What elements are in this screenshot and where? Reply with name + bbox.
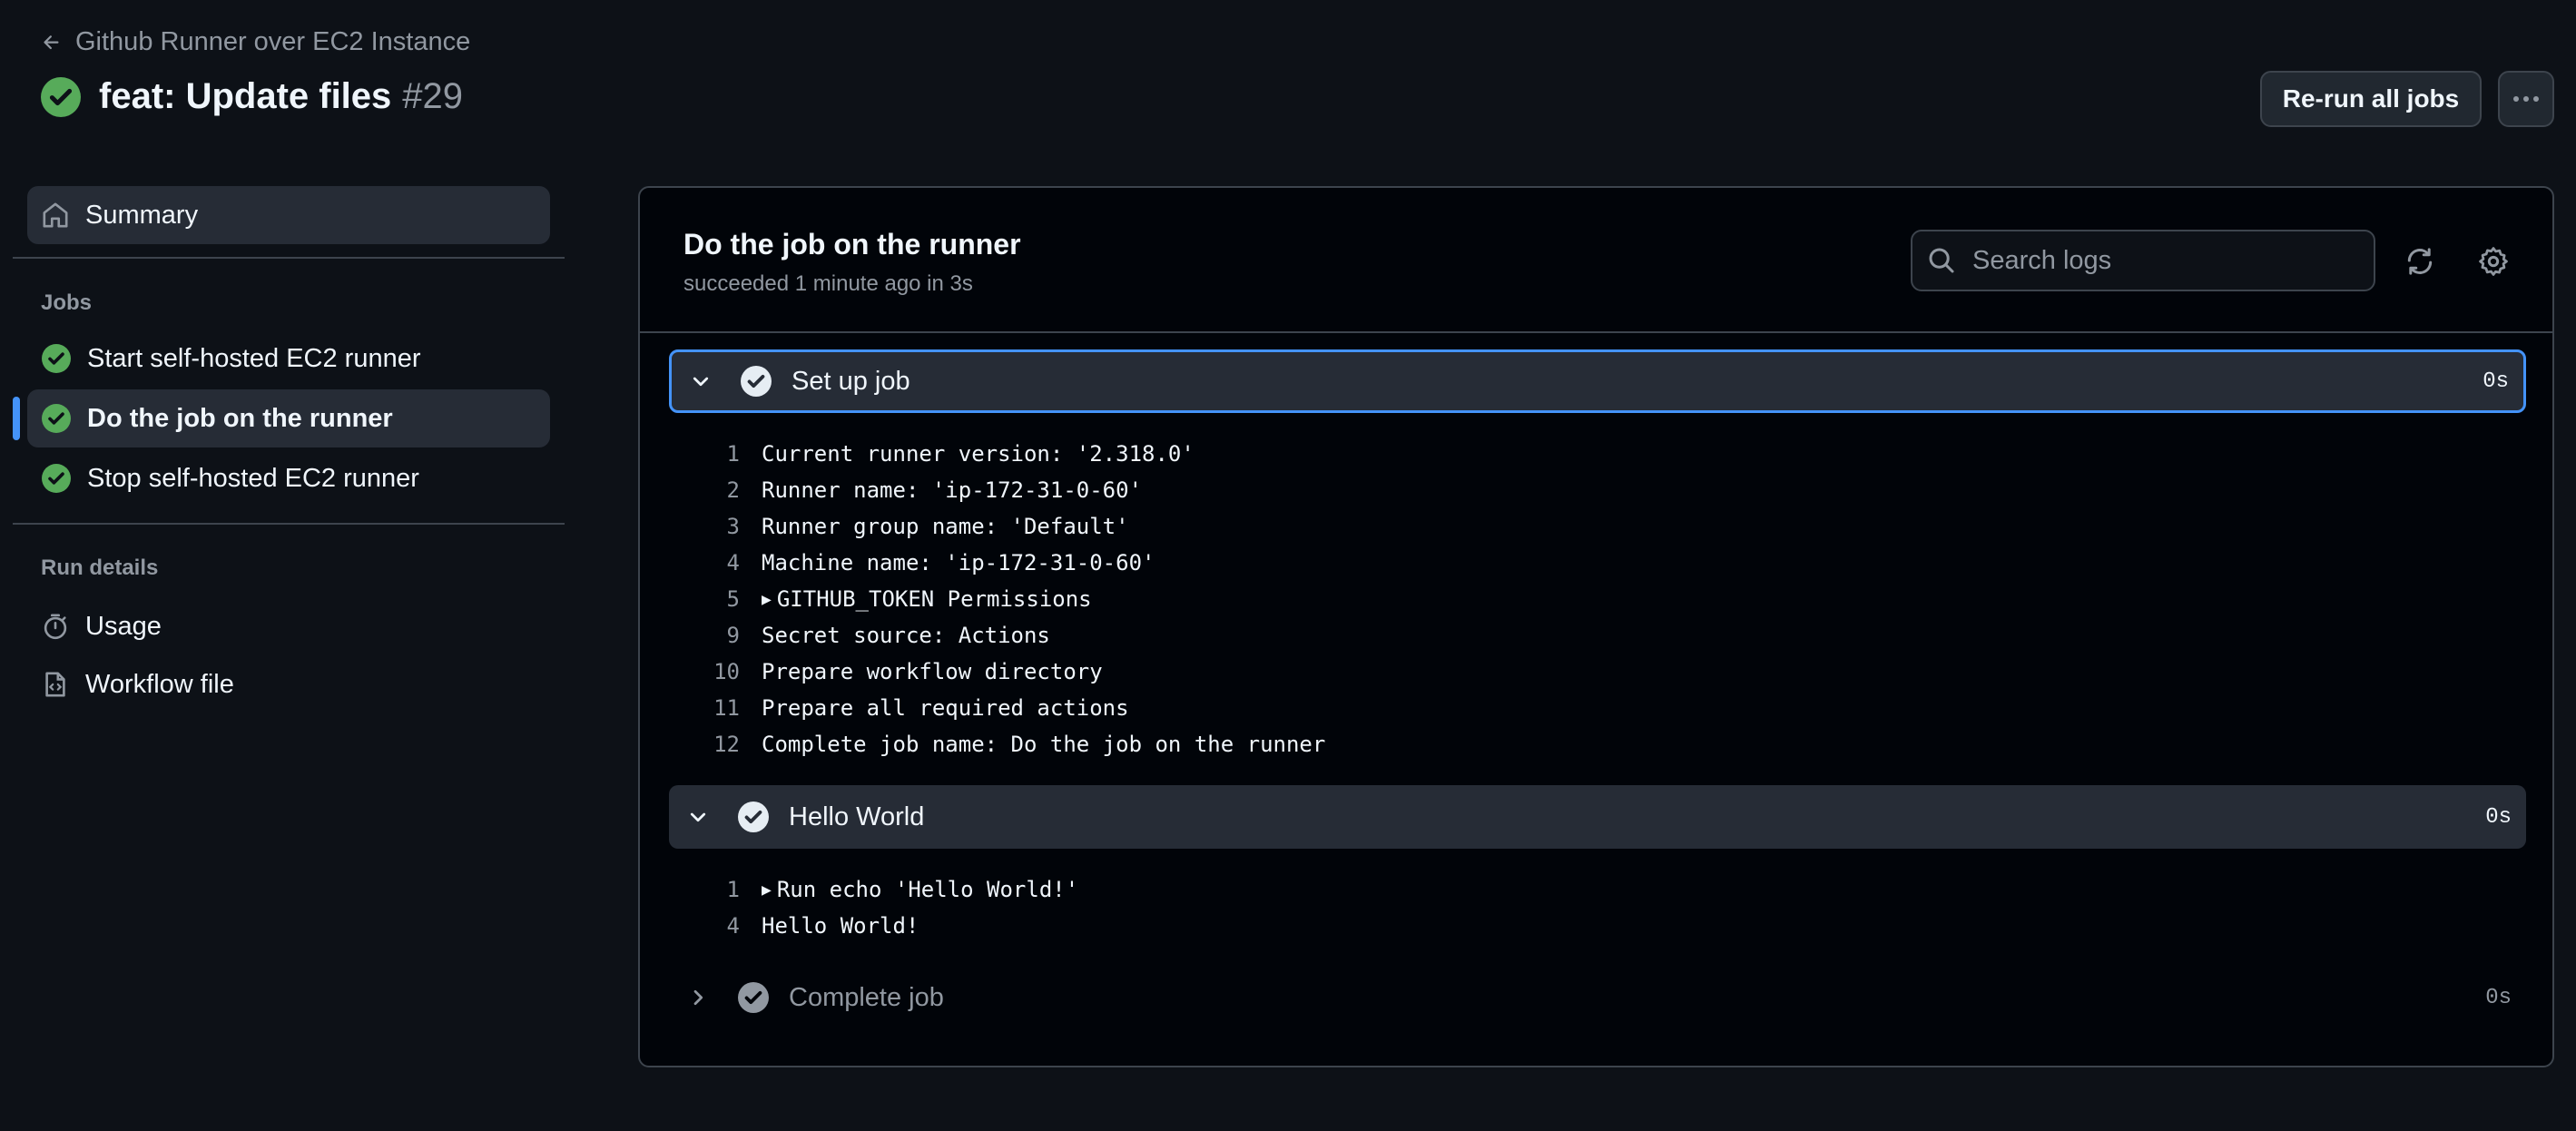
success-check-icon — [42, 404, 71, 433]
step-header-hello-world[interactable]: Hello World 0s — [669, 785, 2526, 849]
log-text: Prepare workflow directory — [762, 659, 1103, 684]
sidebar-item-usage[interactable]: Usage — [27, 601, 550, 652]
line-number: 3 — [726, 514, 740, 539]
log-text: Runner group name: 'Default' — [762, 514, 1129, 539]
sidebar-item-label: Usage — [85, 611, 162, 641]
log-text: Hello World! — [762, 913, 919, 939]
step-check-icon — [741, 366, 772, 397]
back-link[interactable]: Github Runner over EC2 Instance — [41, 27, 470, 57]
sidebar-item-summary[interactable]: Summary — [27, 186, 550, 244]
log-line: 3 Runner group name: 'Default' — [676, 508, 1129, 545]
caret-right-icon: ▶ — [762, 589, 772, 609]
search-logs[interactable] — [1911, 230, 2375, 291]
file-code-icon — [42, 671, 69, 698]
sidebar-divider — [13, 257, 565, 259]
chevron-right-icon — [687, 987, 713, 1008]
line-number: 9 — [726, 623, 740, 648]
log-line: 4 Hello World! — [676, 908, 919, 944]
line-number: 1 — [726, 877, 740, 902]
step-duration: 0s — [2485, 985, 2512, 1010]
chevron-down-icon — [687, 806, 713, 828]
line-number: 4 — [726, 550, 740, 575]
log-text: Prepare all required actions — [762, 695, 1129, 721]
search-icon — [1927, 246, 1956, 275]
caret-right-icon: ▶ — [762, 880, 772, 900]
log-line: 9 Secret source: Actions — [676, 617, 1050, 654]
log-line: 12 Complete job name: Do the job on the … — [676, 726, 1325, 762]
page-title: feat: Update files — [99, 76, 392, 116]
step-name: Hello World — [789, 802, 925, 831]
log-line: 11 Prepare all required actions — [676, 690, 1129, 726]
log-text: Runner name: 'ip-172-31-0-60' — [762, 477, 1143, 503]
step-name: Complete job — [789, 982, 944, 1012]
line-number: 11 — [713, 695, 740, 721]
sidebar-job-label: Do the job on the runner — [87, 403, 393, 433]
log-line: 10 Prepare workflow directory — [676, 654, 1103, 690]
sidebar-job-label: Start self-hosted EC2 runner — [87, 343, 421, 373]
line-number: 12 — [713, 732, 740, 757]
stopwatch-icon — [42, 613, 69, 640]
refresh-button[interactable] — [2404, 246, 2435, 277]
gear-icon — [2478, 246, 2509, 277]
page-title-row: feat: Update files #29 — [41, 76, 463, 117]
sidebar-job-start-runner[interactable]: Start self-hosted EC2 runner — [27, 329, 550, 388]
log-text: Run echo 'Hello World!' — [776, 877, 1079, 902]
sidebar-item-label: Workflow file — [85, 669, 234, 699]
chevron-down-icon — [690, 370, 715, 392]
kebab-horizontal-icon — [2512, 95, 2540, 103]
log-text: GITHUB_TOKEN Permissions — [776, 586, 1092, 612]
log-group-toggle[interactable]: 5 ▶ GITHUB_TOKEN Permissions — [676, 581, 1092, 617]
run-details-heading: Run details — [41, 556, 159, 580]
settings-button[interactable] — [2478, 246, 2509, 277]
log-line: 2 Runner name: 'ip-172-31-0-60' — [676, 472, 1142, 508]
sidebar-item-workflow-file[interactable]: Workflow file — [27, 659, 550, 710]
search-logs-input[interactable] — [1972, 245, 2354, 276]
log-text: Machine name: 'ip-172-31-0-60' — [762, 550, 1155, 575]
log-line: 4 Machine name: 'ip-172-31-0-60' — [676, 545, 1155, 581]
arrow-left-icon — [41, 32, 63, 54]
line-number: 1 — [726, 441, 740, 467]
step-check-icon — [738, 802, 769, 832]
line-number: 10 — [713, 659, 740, 684]
job-status: succeeded 1 minute ago in 3s — [683, 271, 973, 296]
run-number: #29 — [402, 76, 464, 116]
line-number: 2 — [726, 477, 740, 503]
active-indicator — [13, 397, 20, 440]
line-number: 5 — [726, 586, 740, 612]
sidebar-item-label: Summary — [85, 200, 199, 230]
line-number: 4 — [726, 913, 740, 939]
step-check-icon — [738, 982, 769, 1013]
step-duration: 0s — [2485, 804, 2512, 830]
sidebar-divider — [13, 523, 565, 525]
jobs-heading: Jobs — [41, 290, 93, 315]
log-text: Secret source: Actions — [762, 623, 1050, 648]
log-group-toggle[interactable]: 1 ▶ Run echo 'Hello World!' — [676, 871, 1079, 908]
success-check-icon — [41, 76, 81, 117]
sidebar-job-label: Stop self-hosted EC2 runner — [87, 463, 419, 493]
sync-icon — [2404, 246, 2435, 277]
home-icon — [42, 202, 69, 229]
rerun-all-jobs-button[interactable]: Re-run all jobs — [2260, 71, 2482, 127]
step-duration: 0s — [2483, 369, 2509, 394]
success-check-icon — [42, 464, 71, 493]
success-check-icon — [42, 344, 71, 373]
log-text: Current runner version: '2.318.0' — [762, 441, 1195, 467]
job-log-header: Do the job on the runner succeeded 1 min… — [640, 188, 2552, 333]
log-text: Complete job name: Do the job on the run… — [762, 732, 1326, 757]
sidebar-job-stop-runner[interactable]: Stop self-hosted EC2 runner — [27, 449, 550, 507]
step-header-setup-job[interactable]: Set up job 0s — [669, 349, 2526, 413]
more-options-button[interactable] — [2498, 71, 2554, 127]
back-link-label: Github Runner over EC2 Instance — [75, 27, 471, 56]
step-header-complete-job[interactable]: Complete job 0s — [669, 966, 2526, 1029]
step-name: Set up job — [791, 366, 910, 396]
log-line: 1 Current runner version: '2.318.0' — [676, 436, 1195, 472]
job-log-panel: Do the job on the runner succeeded 1 min… — [638, 186, 2554, 1067]
job-title: Do the job on the runner — [683, 228, 1021, 261]
sidebar-job-do-job[interactable]: Do the job on the runner — [27, 389, 550, 447]
